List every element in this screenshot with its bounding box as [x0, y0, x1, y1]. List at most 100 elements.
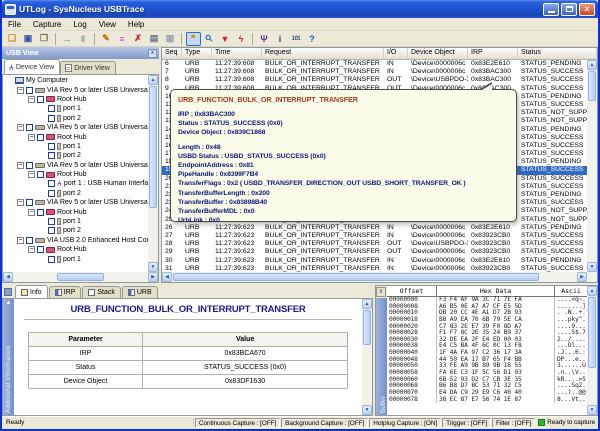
scroll-up-icon[interactable]: ▲: [148, 75, 158, 85]
scroll-down-icon[interactable]: ▼: [587, 405, 597, 415]
maximize-button[interactable]: [561, 3, 577, 16]
column-header-io[interactable]: I/O: [384, 48, 408, 60]
print-button[interactable]: ▤: [147, 32, 162, 46]
tree-item[interactable]: +My Computer: [4, 76, 148, 85]
tree-checkbox[interactable]: [37, 209, 44, 216]
expand-strip-icon[interactable]: ▲: [6, 299, 12, 307]
hex-vertical-scrollbar[interactable]: ▲ ▼: [587, 286, 597, 415]
column-header-irp[interactable]: IRP: [468, 48, 518, 60]
tree-checkbox[interactable]: [26, 162, 33, 169]
menu-file[interactable]: File: [2, 19, 27, 30]
tree-item[interactable]: −Root Hub: [4, 170, 148, 179]
delete-log-button[interactable]: ✗: [131, 32, 146, 46]
balloon-tooltip-toggle[interactable]: ❝: [186, 32, 201, 46]
tree-expander-icon[interactable]: −: [28, 246, 35, 253]
find-button[interactable]: ⚲: [202, 32, 217, 46]
tree-item[interactable]: +port 1: [4, 254, 148, 263]
tree-checkbox[interactable]: [26, 199, 33, 206]
help-button[interactable]: ?: [305, 32, 320, 46]
scroll-up-icon[interactable]: ▲: [362, 299, 372, 309]
table-row[interactable]: 27URB11:27:39:623BULK_OR_INTERRUPT_TRANS…: [162, 232, 587, 240]
tree-checkbox[interactable]: [48, 115, 55, 122]
scroll-left-icon[interactable]: ◀: [3, 272, 13, 282]
table-row[interactable]: 31URB11:27:39:623BULK_OR_INTERRUPT_TRANS…: [162, 265, 587, 272]
tree-item[interactable]: +⑃port 1 : USB Human Interface D: [4, 179, 148, 188]
table-row[interactable]: 6URB11:27:39:608BULK_OR_INTERRUPT_TRANSF…: [162, 60, 587, 68]
info-button[interactable]: i: [273, 32, 288, 46]
tree-item[interactable]: −Root Hub: [4, 245, 148, 254]
tree-expander-icon[interactable]: −: [28, 134, 35, 141]
buffer-close-button[interactable]: x: [376, 287, 386, 297]
tree-item[interactable]: +port 2: [4, 226, 148, 235]
tree-item[interactable]: +port 1: [4, 217, 148, 226]
tree-checkbox[interactable]: [37, 171, 44, 178]
table-row[interactable]: 28URB11:27:39:623BULK_OR_INTERRUPT_TRANS…: [162, 240, 587, 248]
scroll-right-icon[interactable]: ▶: [148, 272, 158, 282]
save-log-button[interactable]: ▣: [21, 32, 36, 46]
tree-checkbox[interactable]: [48, 218, 55, 225]
export-log-button[interactable]: ❐: [37, 32, 52, 46]
tree-item[interactable]: +port 2: [4, 189, 148, 198]
scroll-down-icon[interactable]: ▼: [362, 405, 372, 415]
tree-checkbox[interactable]: [48, 152, 55, 159]
table-row[interactable]: 29URB11:27:39:623BULK_OR_INTERRUPT_TRANS…: [162, 248, 587, 256]
table-row[interactable]: 7URB11:27:39:608BULK_OR_INTERRUPT_TRANSF…: [162, 68, 587, 76]
tree-horizontal-scrollbar[interactable]: ◀ ▶: [3, 272, 158, 282]
tree-expander-icon[interactable]: −: [17, 124, 24, 131]
tab-stack[interactable]: Stack: [82, 286, 121, 298]
start-capture-button[interactable]: →: [60, 32, 75, 46]
tree-expander-icon[interactable]: −: [28, 96, 35, 103]
tree-checkbox[interactable]: [37, 246, 44, 253]
tree-item[interactable]: −Root Hub: [4, 95, 148, 104]
filter-button[interactable]: ▼: [218, 32, 233, 46]
scroll-thumb[interactable]: [363, 310, 371, 345]
tree-checkbox[interactable]: [48, 143, 55, 150]
scroll-thumb[interactable]: [57, 273, 104, 281]
scroll-up-icon[interactable]: ▲: [587, 286, 597, 296]
report-button[interactable]: ▥: [163, 32, 178, 46]
scroll-down-icon[interactable]: ▼: [587, 262, 597, 272]
tree-item[interactable]: +port 2: [4, 114, 148, 123]
edit-capture-button[interactable]: ✎: [99, 32, 114, 46]
tree-expander-icon[interactable]: −: [28, 209, 35, 216]
table-row[interactable]: 30URB11:27:39:623BULK_OR_INTERRUPT_TRANS…: [162, 257, 587, 265]
scroll-right-icon[interactable]: ▶: [577, 272, 587, 282]
trace-horizontal-scrollbar[interactable]: ◀ ▶: [162, 272, 587, 282]
tab-device-view[interactable]: ⑃Device View: [4, 59, 60, 74]
tab-irp[interactable]: IRP: [49, 286, 82, 298]
tree-checkbox[interactable]: [37, 96, 44, 103]
scroll-thumb[interactable]: [588, 297, 596, 368]
scroll-up-icon[interactable]: ▲: [587, 60, 597, 70]
tree-checkbox[interactable]: [48, 190, 55, 197]
tab-driver-view[interactable]: Driver View: [60, 61, 116, 74]
log-columns-button[interactable]: ≡: [115, 32, 130, 46]
tree-vertical-scrollbar[interactable]: ▲ ▼: [148, 75, 158, 272]
tree-item[interactable]: −VIA Rev 5 or later USB Universal Host C: [4, 161, 148, 170]
column-header-type[interactable]: Type: [182, 48, 212, 60]
trace-vertical-scrollbar[interactable]: ▲ ▼: [587, 60, 597, 272]
tree-checkbox[interactable]: [26, 87, 33, 94]
tree-expander-icon[interactable]: −: [17, 162, 24, 169]
scroll-thumb[interactable]: [588, 71, 596, 101]
open-log-button[interactable]: ❏: [5, 32, 20, 46]
tree-checkbox[interactable]: [48, 105, 55, 112]
menu-log[interactable]: Log: [67, 19, 92, 30]
tree-checkbox[interactable]: [48, 227, 55, 234]
tree-item[interactable]: +port 1: [4, 104, 148, 113]
tree-item[interactable]: +port 2: [4, 151, 148, 160]
scroll-thumb[interactable]: [149, 86, 157, 208]
tree-expander-icon[interactable]: −: [17, 237, 24, 244]
pause-capture-button[interactable]: ‖: [76, 32, 91, 46]
raw-data-button[interactable]: 101: [289, 32, 304, 46]
tree-expander-icon[interactable]: −: [17, 199, 24, 206]
tree-checkbox[interactable]: [48, 180, 55, 187]
tree-checkbox[interactable]: [26, 237, 33, 244]
menu-help[interactable]: Help: [122, 19, 150, 30]
column-header-status[interactable]: Status: [518, 48, 597, 60]
info-vertical-scrollbar[interactable]: ▲ ▼: [362, 299, 372, 415]
tab-urb[interactable]: URB: [122, 286, 158, 298]
tree-expander-icon[interactable]: −: [28, 171, 35, 178]
tree-checkbox[interactable]: [48, 256, 55, 263]
tree-item[interactable]: −Root Hub: [4, 132, 148, 141]
tree-item[interactable]: −Root Hub: [4, 207, 148, 216]
